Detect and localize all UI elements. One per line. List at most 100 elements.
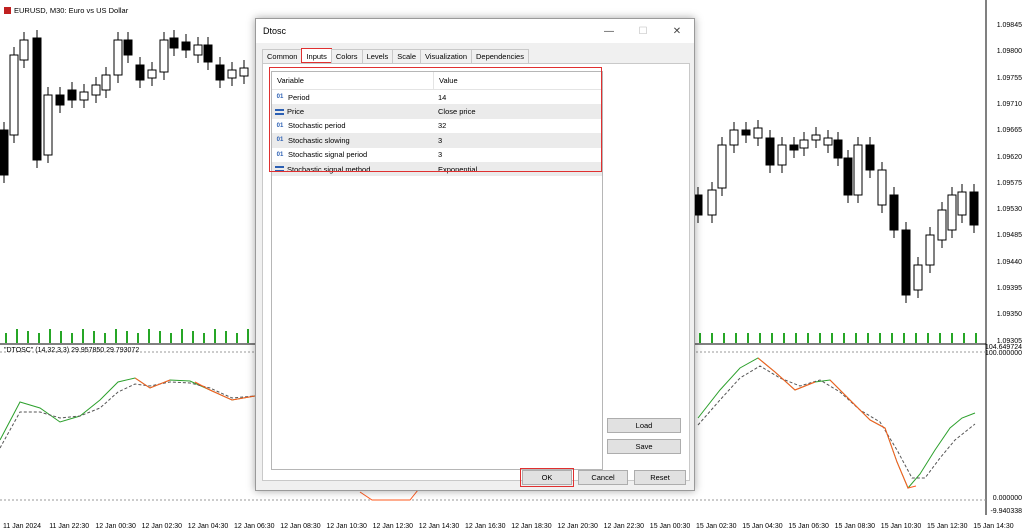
tab-common[interactable]: Common <box>262 49 303 63</box>
candle-body <box>937 209 947 241</box>
time-tick-label: 12 Jan 10:30 <box>326 523 367 530</box>
price-tick-label: 1.09845 <box>996 22 1022 29</box>
table-header: Variable Value <box>272 72 602 90</box>
candle-body <box>91 84 101 96</box>
tab-levels[interactable]: Levels <box>361 49 394 63</box>
integer-type-icon: 01 <box>276 151 284 158</box>
candle-body <box>925 234 935 266</box>
candle-body <box>901 229 911 296</box>
table-row[interactable]: Stochastic signal method Exponential <box>272 161 602 177</box>
tab-inputs[interactable]: Inputs <box>301 48 332 63</box>
integer-type-icon: 01 <box>276 94 284 101</box>
variable-cell: 01 Stochastic signal period <box>272 150 434 159</box>
time-tick-label: 12 Jan 02:30 <box>141 523 183 530</box>
price-tick-label: 1.09710 <box>996 100 1022 108</box>
ok-button[interactable]: OK <box>520 468 574 487</box>
column-header-value[interactable]: Value <box>434 72 458 89</box>
table-row[interactable]: 01 Period 14 <box>272 90 602 104</box>
oscillator-line <box>697 357 976 489</box>
candle-body <box>32 37 42 161</box>
candle-body <box>969 191 979 226</box>
tab-colors[interactable]: Colors <box>330 49 363 63</box>
value-cell[interactable]: 32 <box>434 121 446 130</box>
integer-type-icon: 01 <box>276 122 284 129</box>
time-tick-label: 15 Jan 00:30 <box>649 523 691 530</box>
time-tick-label: 15 Jan 14:30 <box>973 523 1014 530</box>
time-tick-label: 15 Jan 06:30 <box>788 523 829 530</box>
table-row[interactable]: 01 Stochastic period 32 <box>272 119 602 133</box>
tab-bar: Common Inputs Colors Levels Scale Visual… <box>262 48 529 63</box>
value-cell[interactable]: Exponential <box>434 165 477 174</box>
candle-body <box>865 144 875 171</box>
candle-body <box>765 137 775 166</box>
close-icon[interactable]: ✕ <box>660 19 694 43</box>
candle-body <box>707 189 717 216</box>
candle-body <box>741 129 751 136</box>
value-cell[interactable]: 14 <box>434 93 446 102</box>
tab-dependencies[interactable]: Dependencies <box>471 49 529 63</box>
load-button[interactable]: Load <box>607 418 681 433</box>
value-cell[interactable]: Close price <box>434 107 476 116</box>
candle-body <box>169 37 179 49</box>
price-tick-label: 1.09800 <box>996 48 1022 56</box>
symbol-title-text: EURUSD, M30: Euro vs US Dollar <box>14 6 129 15</box>
indicator-properties-dialog: Dtosc — ☐ ✕ Common Inputs Colors Levels … <box>255 18 695 491</box>
minimize-icon[interactable]: — <box>592 19 626 43</box>
variable-cell: Stochastic signal method <box>272 165 434 174</box>
dialog-titlebar[interactable]: Dtosc — ☐ ✕ <box>256 19 694 43</box>
table-row[interactable]: 01 Stochastic slowing 3 <box>272 133 602 148</box>
candle-body <box>19 39 29 61</box>
time-tick-label: 11 Jan 22:30 <box>49 523 90 530</box>
variable-name: Stochastic slowing <box>288 135 350 145</box>
variable-name: Stochastic signal method <box>287 164 371 174</box>
value-cell[interactable]: 3 <box>434 136 442 145</box>
time-tick-label: 15 Jan 10:30 <box>880 523 922 530</box>
oscillator-line <box>0 377 256 441</box>
symbol-title: EURUSD, M30: Euro vs US Dollar <box>4 6 128 15</box>
time-tick-label: 15 Jan 04:30 <box>742 523 783 530</box>
candle-body <box>811 134 821 141</box>
candle-body <box>135 64 145 81</box>
candle-body <box>239 67 249 77</box>
variable-name: Price <box>287 107 305 117</box>
variable-cell: Price <box>272 107 434 116</box>
variable-cell: 01 Period <box>272 93 434 102</box>
indicator-tick-label: 0.000000 <box>992 495 1022 502</box>
price-tick-label: 1.09485 <box>996 232 1022 240</box>
table-row[interactable]: Price Close price <box>272 104 602 119</box>
price-tick-label: 1.09755 <box>996 74 1022 82</box>
save-button[interactable]: Save <box>607 439 681 454</box>
time-tick-label: 12 Jan 14:30 <box>418 523 460 530</box>
enum-type-icon <box>275 108 284 115</box>
dialog-title: Dtosc <box>263 26 287 36</box>
inputs-panel: Variable Value 01 Period 14 Price Close pric… <box>262 63 690 481</box>
value-cell[interactable]: 3 <box>434 150 442 159</box>
candle-body <box>823 137 833 146</box>
candle-body <box>9 54 19 136</box>
table-row[interactable]: 01 Stochastic signal period 3 <box>272 148 602 162</box>
candle-body <box>43 94 53 156</box>
price-tick-label: 1.09530 <box>996 206 1022 214</box>
maximize-icon: ☐ <box>638 25 648 37</box>
indicator-tick-label: -9.940338 <box>990 508 1022 515</box>
time-tick-label: 12 Jan 22:30 <box>603 523 645 530</box>
tab-scale[interactable]: Scale <box>392 49 422 63</box>
oscillator-down-segment <box>829 379 917 489</box>
indicator-title: "DTOSC" (14,32,3,3) 29.957850 29.793072 <box>4 347 140 354</box>
candle-body <box>717 144 727 189</box>
cancel-button[interactable]: Cancel <box>578 470 628 485</box>
column-header-variable[interactable]: Variable <box>272 72 434 89</box>
reset-button[interactable]: Reset <box>634 470 686 485</box>
time-tick-label: 12 Jan 20:30 <box>557 523 598 530</box>
candle-body <box>913 264 923 291</box>
time-tick-label: 15 Jan 12:30 <box>927 523 968 530</box>
tab-visualization[interactable]: Visualization <box>420 49 472 63</box>
candle-body <box>193 44 203 56</box>
candle-body <box>889 194 899 231</box>
price-tick-label: 1.09440 <box>996 258 1022 266</box>
candle-body <box>877 169 887 206</box>
candle-body <box>147 69 157 79</box>
integer-type-icon: 01 <box>276 137 284 144</box>
time-tick-label: 12 Jan 16:30 <box>465 523 506 530</box>
candle-body <box>123 39 133 56</box>
